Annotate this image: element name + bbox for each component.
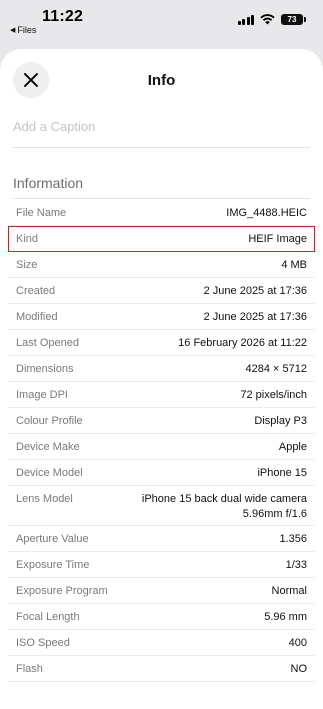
cellular-signal-icon [237, 14, 254, 25]
row-value: Normal [271, 585, 307, 597]
row-value: iPhone 15 [257, 467, 307, 479]
info-row-exposure-program: Exposure Program Normal [8, 578, 315, 604]
info-row-created: Created 2 June 2025 at 17:36 [8, 278, 315, 304]
info-row-last-opened: Last Opened 16 February 2026 at 11:22 [8, 330, 315, 356]
row-value-line-2: 5.96mm f/1.6 [242, 508, 307, 520]
row-value: Display P3 [254, 415, 307, 427]
back-app-label: Files [17, 25, 37, 35]
row-value: HEIF Image [248, 233, 307, 245]
row-label: ISO Speed [16, 637, 70, 649]
info-row-dimensions: Dimensions 4284 × 5712 [8, 356, 315, 382]
info-row-focal-length: Focal Length 5.96 mm [8, 604, 315, 630]
row-value: IMG_4488.HEIC [226, 207, 307, 219]
info-row-kind: Kind HEIF Image [8, 226, 315, 252]
row-label: Last Opened [16, 337, 79, 349]
row-value: NO [290, 663, 308, 675]
row-value: 400 [288, 637, 307, 649]
row-value: 1.356 [279, 533, 307, 545]
info-table: File Name IMG_4488.HEIC Kind HEIF Image … [8, 200, 315, 682]
section-header-information: Information [13, 175, 84, 191]
caption-field[interactable]: Add a Caption [13, 119, 95, 134]
back-to-files-link[interactable]: ◀ Files [10, 25, 36, 35]
info-row-image-dpi: Image DPI 72 pixels/inch [8, 382, 315, 408]
info-row-modified: Modified 2 June 2025 at 17:36 [8, 304, 315, 330]
row-label: Focal Length [16, 611, 80, 623]
info-sheet: Info Add a Caption Information File Name… [0, 49, 323, 709]
section-divider [13, 198, 310, 199]
row-value: 4284 × 5712 [245, 363, 307, 375]
row-label: Device Make [16, 441, 80, 453]
row-value-line-1: iPhone 15 back dual wide camera [141, 493, 307, 505]
status-time: 11:22 [42, 8, 84, 25]
info-row-aperture-value: Aperture Value 1.356 [8, 526, 315, 552]
status-icons: 73 [237, 14, 306, 25]
info-row-device-model: Device Model iPhone 15 [8, 460, 315, 486]
row-value: Apple [278, 441, 307, 453]
caption-divider [13, 147, 310, 148]
info-row-exposure-time: Exposure Time 1/33 [8, 552, 315, 578]
row-label: Aperture Value [16, 533, 89, 545]
info-row-iso-speed: ISO Speed 400 [8, 630, 315, 656]
row-label: Dimensions [16, 363, 74, 375]
back-triangle-icon: ◀ [10, 27, 16, 34]
info-row-colour-profile: Colour Profile Display P3 [8, 408, 315, 434]
battery-level: 73 [287, 15, 297, 24]
row-label: Exposure Time [16, 559, 90, 571]
row-label: Colour Profile [16, 415, 83, 427]
info-row-file-name: File Name IMG_4488.HEIC [8, 200, 315, 226]
row-label: Flash [16, 663, 43, 675]
row-label: Device Model [16, 467, 83, 479]
row-label: File Name [16, 207, 67, 219]
row-label: Created [16, 285, 56, 297]
sheet-title: Info [147, 72, 176, 89]
row-value: 4 MB [281, 259, 307, 271]
row-value: iPhone 15 back dual wide camera 5.96mm f… [142, 486, 307, 522]
row-value: 2 June 2025 at 17:36 [203, 285, 307, 297]
battery-icon: 73 [281, 14, 306, 25]
row-label: Size [16, 259, 38, 271]
row-value: 72 pixels/inch [240, 389, 307, 401]
row-value: 1/33 [285, 559, 307, 571]
info-row-flash: Flash NO [8, 656, 315, 682]
info-row-lens-model: Lens Model iPhone 15 back dual wide came… [8, 486, 315, 526]
wifi-icon [260, 14, 275, 25]
row-label: Exposure Program [16, 585, 108, 597]
row-label: Kind [16, 233, 39, 245]
row-label: Modified [16, 311, 58, 323]
row-label: Lens Model [16, 493, 73, 505]
row-value: 5.96 mm [264, 611, 307, 623]
row-value: 16 February 2026 at 11:22 [178, 337, 307, 349]
row-label: Image DPI [16, 389, 68, 401]
info-row-device-make: Device Make Apple [8, 434, 315, 460]
info-row-size: Size 4 MB [8, 252, 315, 278]
status-bar: 11:22 ◀ Files 73 [0, 0, 323, 46]
row-value: 2 June 2025 at 17:36 [203, 311, 307, 323]
